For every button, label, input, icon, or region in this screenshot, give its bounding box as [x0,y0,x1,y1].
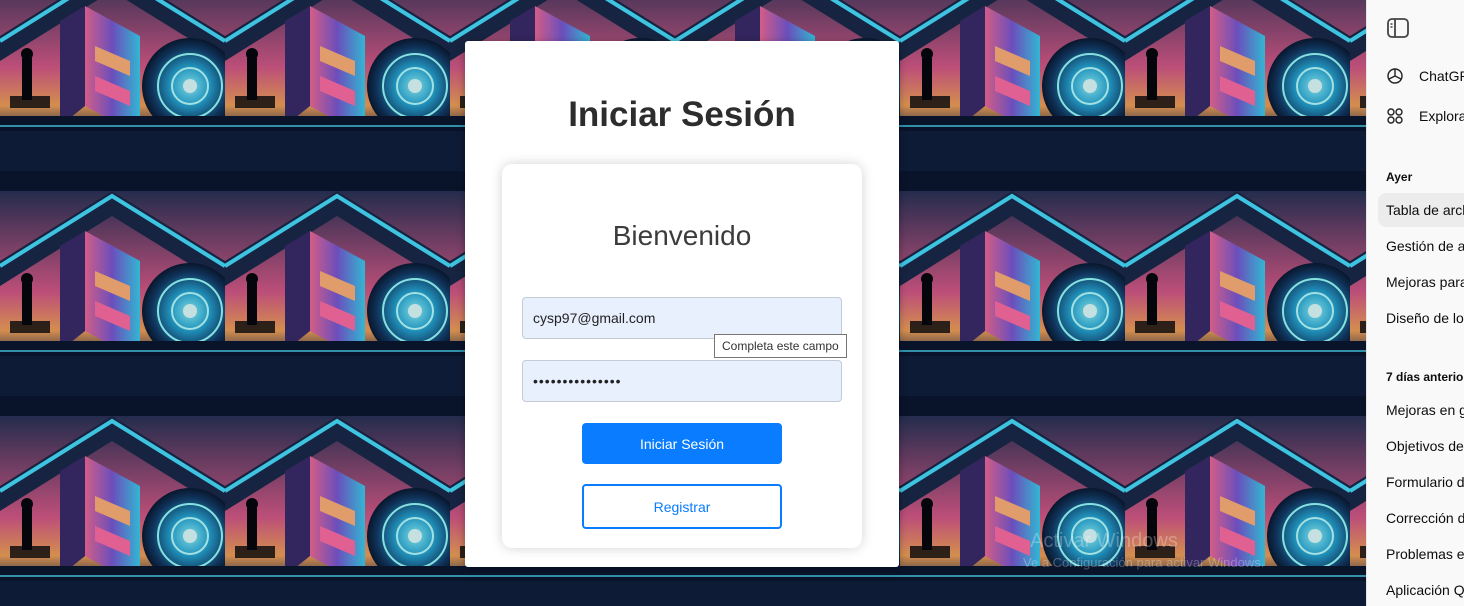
email-field[interactable] [522,297,842,339]
watermark-title: Activar Windows [1030,530,1178,552]
chat-history-item[interactable]: Diseño de loc [1378,301,1464,335]
grid-icon [1386,107,1404,125]
password-field[interactable] [522,360,842,402]
validation-tooltip: Completa este campo [714,334,847,358]
chat-history-item[interactable]: Formulario d [1378,465,1464,499]
chat-history-item[interactable]: Mejoras para [1378,265,1464,299]
sidebar-item-chatgpt[interactable]: ChatGP [1386,66,1464,86]
register-button[interactable]: Registrar [582,484,782,529]
sidebar-item-label: Explora [1419,108,1464,124]
chat-history-item[interactable]: Tabla de arch [1378,193,1464,227]
page-title: Iniciar Sesión [568,95,796,134]
sidebar-toggle-icon[interactable] [1387,18,1409,38]
login-form-card: Bienvenido Completa este campo Iniciar S… [502,164,862,548]
section-title-previous-7-days: 7 días anterior [1386,370,1464,384]
section-title-yesterday: Ayer [1386,170,1413,184]
chat-sidebar: ChatGP Explora Ayer Tabla de arch Gestió… [1366,0,1464,606]
openai-icon [1386,67,1404,85]
login-panel: Iniciar Sesión Bienvenido Completa este … [465,41,899,567]
sidebar-item-explore[interactable]: Explora [1386,106,1464,126]
chat-history-item[interactable]: Gestión de a [1378,229,1464,263]
activate-windows-watermark: Activar Windows Ve a Configuración para … [1023,530,1264,570]
login-button[interactable]: Iniciar Sesión [582,423,782,464]
chat-history-item[interactable]: Aplicación Q [1378,573,1464,606]
chat-history-item[interactable]: Mejoras en g [1378,393,1464,427]
chat-history-item[interactable]: Objetivos de [1378,429,1464,463]
watermark-subtitle: Ve a Configuración para activar Windows. [1023,555,1265,570]
chat-history-item[interactable]: Problemas e [1378,537,1464,571]
sidebar-item-label: ChatGP [1419,68,1464,84]
chat-history-item[interactable]: Corrección d [1378,501,1464,535]
welcome-heading: Bienvenido [612,220,752,251]
